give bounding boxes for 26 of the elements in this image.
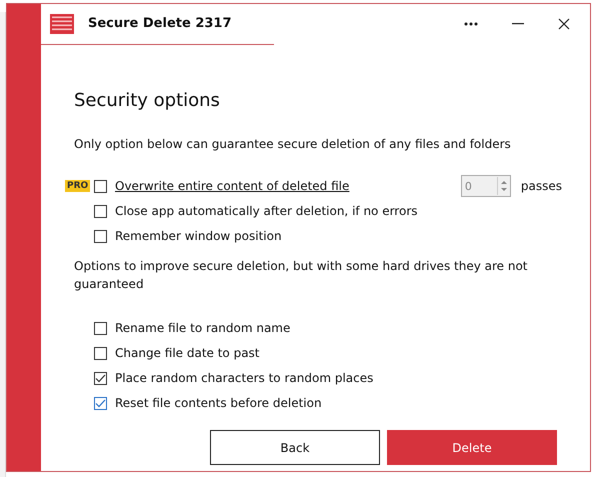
checkbox[interactable]	[94, 230, 107, 242]
section-heading: Security options	[74, 90, 221, 111]
pro-badge: PRO	[65, 180, 90, 192]
close-icon[interactable]	[558, 18, 570, 30]
option-label[interactable]: Overwrite entire content of deleted file	[115, 179, 350, 193]
option-label[interactable]: Place random characters to random places	[115, 371, 374, 385]
checkbox[interactable]	[94, 322, 107, 334]
secondary-intro-text: Options to improve secure deletion, but with some hard drives they are not guaranteed	[74, 258, 528, 293]
option-label[interactable]: Change file date to past	[115, 346, 260, 360]
back-button[interactable]: Back	[210, 430, 380, 465]
checkbox[interactable]	[94, 180, 107, 192]
more-icon[interactable]	[464, 22, 478, 26]
minimize-icon[interactable]	[512, 23, 524, 25]
checkbox[interactable]	[94, 346, 107, 360]
option-label[interactable]: Reset file contents before deletion	[115, 396, 322, 410]
option-label[interactable]: Remember window position	[115, 229, 282, 243]
delete-button[interactable]: Delete	[387, 430, 557, 465]
option-label[interactable]: Close app automatically after deletion, if no errors	[115, 204, 418, 218]
unit-label: passes	[520, 179, 562, 193]
checkbox[interactable]	[94, 204, 107, 218]
app-logo-icon	[50, 14, 74, 34]
intro-text: Only option below can guarantee secure deletion of any files and folders	[74, 137, 512, 151]
option-label[interactable]: Rename file to random name	[115, 321, 290, 335]
checkbox[interactable]	[94, 396, 107, 410]
checkbox[interactable]	[94, 372, 107, 384]
window-title: Secure Delete 2317	[88, 16, 232, 31]
